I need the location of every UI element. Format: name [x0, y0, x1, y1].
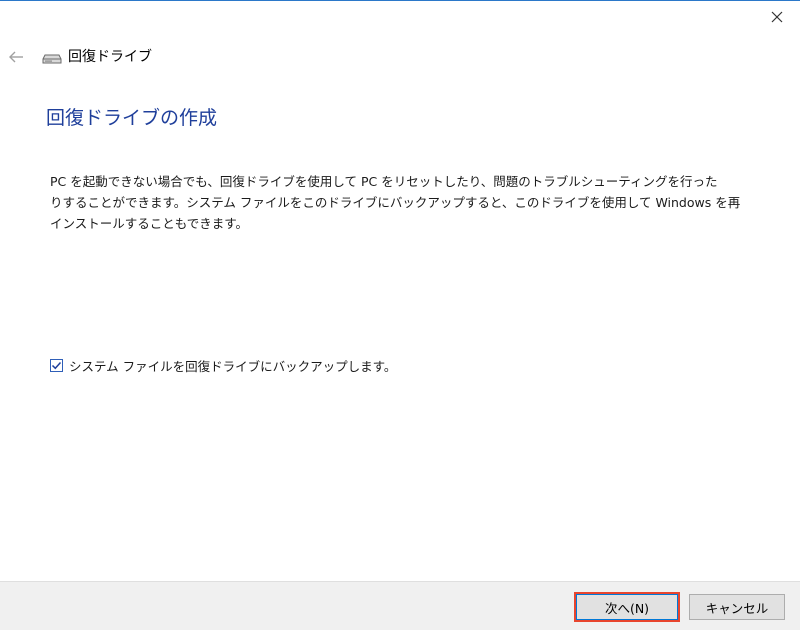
drive-icon: [42, 54, 62, 64]
close-icon: [771, 11, 783, 23]
back-button[interactable]: [4, 45, 28, 69]
backup-system-files-checkbox[interactable]: [50, 358, 63, 372]
window-title: 回復ドライブ: [68, 49, 152, 65]
checkbox-label[interactable]: システム ファイルを回復ドライブにバックアップします。: [69, 356, 396, 375]
back-arrow-icon: [9, 51, 23, 63]
close-button[interactable]: [754, 1, 800, 33]
description-line: PC を起動できない場合でも、回復ドライブを使用して PC をリセットしたり、問…: [50, 174, 718, 189]
description: PC を起動できない場合でも、回復ドライブを使用して PC をリセットしたり、問…: [50, 171, 741, 234]
checkmark-icon: [51, 361, 62, 369]
recovery-drive-window: 回復ドライブ 回復ドライブの作成 PC を起動できない場合でも、回復ドライブを使…: [0, 0, 800, 630]
title-row: 回復ドライブ: [0, 45, 700, 69]
cancel-button[interactable]: キャンセル: [689, 594, 785, 620]
next-button[interactable]: 次へ(N): [576, 594, 678, 620]
page-heading: 回復ドライブの作成: [46, 107, 218, 129]
footer-bar: 次へ(N) キャンセル: [0, 581, 800, 630]
description-line: インストールすることもできます。: [50, 216, 249, 231]
description-line: りすることができます。システム ファイルをこのドライブにバックアップすると、この…: [50, 195, 741, 210]
backup-system-files-option[interactable]: システム ファイルを回復ドライブにバックアップします。: [50, 355, 396, 375]
